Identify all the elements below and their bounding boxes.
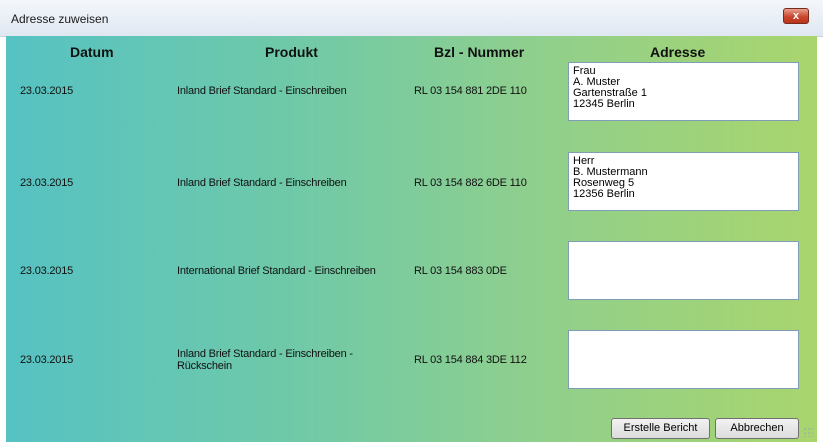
row-4-produkt: Inland Brief Standard - Einschreiben - (177, 348, 353, 360)
row-4-address-field[interactable] (568, 330, 799, 389)
row-3-address-field[interactable] (568, 241, 799, 300)
dialog-content: Datum Produkt Bzl - Nummer Adresse 23.03… (6, 36, 817, 442)
cancel-button[interactable]: Abbrechen (715, 418, 799, 439)
dialog-window: Adresse zuweisen x Datum Produkt Bzl - N… (0, 0, 823, 448)
resize-grip-icon[interactable] (803, 427, 813, 437)
window-title: Adresse zuweisen (11, 12, 109, 26)
row-4-produkt-line2: Rückschein (177, 360, 232, 372)
row-1-address-field[interactable]: Frau A. Muster Gartenstraße 1 12345 Berl… (568, 62, 799, 121)
row-2-address-field[interactable]: Herr B. Mustermann Rosenweg 5 12356 Berl… (568, 152, 799, 211)
row-1-produkt: Inland Brief Standard - Einschreiben (177, 85, 347, 97)
row-4-bzl: RL 03 154 884 3DE 112 (414, 354, 527, 366)
row-3-produkt: International Brief Standard - Einschrei… (177, 265, 376, 277)
row-2-produkt: Inland Brief Standard - Einschreiben (177, 177, 347, 189)
header-adresse: Adresse (650, 44, 706, 60)
header-datum: Datum (70, 44, 114, 60)
row-4-datum: 23.03.2015 (20, 354, 74, 366)
row-1-datum: 23.03.2015 (20, 85, 74, 97)
close-icon: x (792, 10, 800, 22)
close-button[interactable]: x (783, 8, 809, 24)
row-2-bzl: RL 03 154 882 6DE 110 (414, 177, 527, 189)
create-report-button[interactable]: Erstelle Bericht (611, 418, 710, 439)
row-3-bzl: RL 03 154 883 0DE (414, 265, 507, 277)
address-line: 12345 Berlin (573, 98, 635, 110)
title-bar[interactable]: Adresse zuweisen x (0, 0, 823, 37)
header-bzl-nummer: Bzl - Nummer (434, 44, 525, 60)
address-line: 12356 Berlin (573, 188, 635, 200)
row-2-datum: 23.03.2015 (20, 177, 74, 189)
row-3-datum: 23.03.2015 (20, 265, 74, 277)
header-produkt: Produkt (265, 44, 318, 60)
row-1-bzl: RL 03 154 881 2DE 110 (414, 85, 527, 97)
